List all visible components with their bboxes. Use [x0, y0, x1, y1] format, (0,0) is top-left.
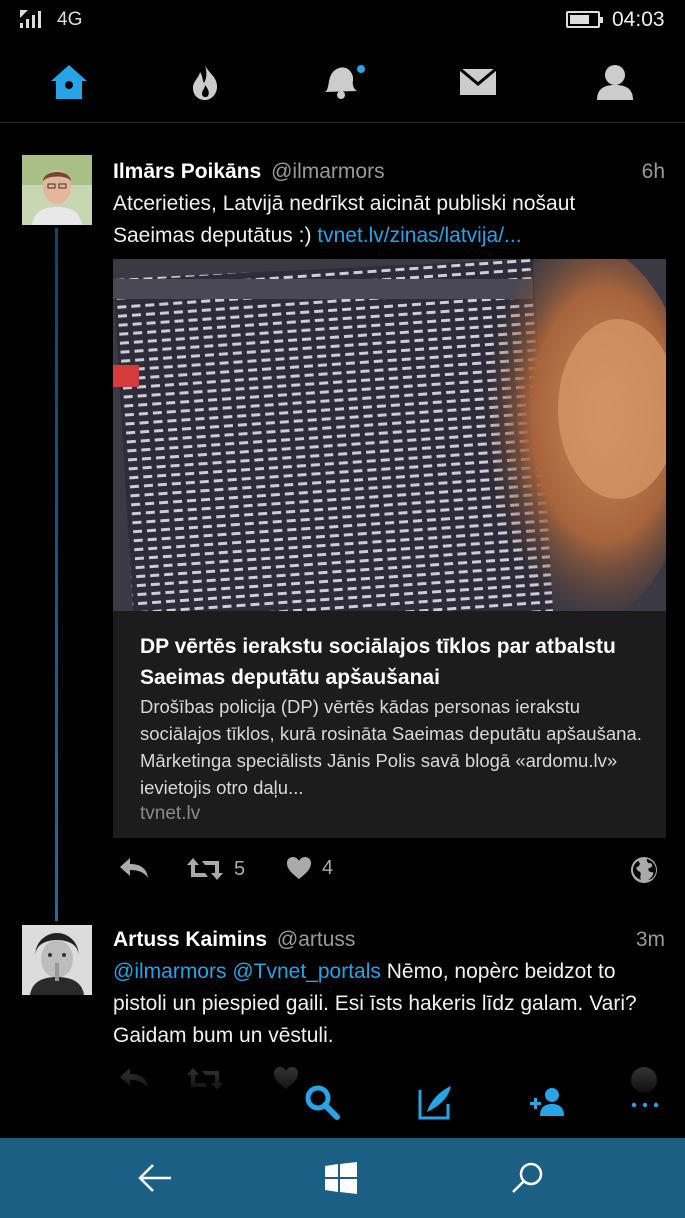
author-handle[interactable]: @ilmarmors	[271, 160, 384, 183]
back-button[interactable]	[120, 1148, 190, 1208]
heart-icon	[287, 857, 311, 879]
tweet-time: 6h	[641, 160, 665, 183]
tab-home[interactable]	[34, 52, 104, 112]
card-title: DP vērtēs ierakstu sociālajos tīklos par…	[140, 635, 616, 689]
card-domain: tvnet.lv	[140, 803, 201, 824]
retweet-icon	[187, 858, 223, 880]
author-handle[interactable]: @artuss	[277, 928, 356, 951]
tweet-header: Ilmārs Poikāns @ilmarmors	[113, 160, 385, 184]
tab-messages[interactable]	[443, 52, 513, 112]
status-bar: 4G 04:03	[0, 0, 685, 40]
reply-button[interactable]	[118, 856, 150, 880]
globe-icon	[631, 857, 657, 883]
avatar[interactable]	[22, 925, 92, 995]
retweet-count: 5	[234, 857, 246, 880]
profile-icon	[597, 65, 633, 100]
tab-notifications[interactable]	[306, 52, 376, 112]
retweet-button[interactable]: 5	[186, 856, 245, 882]
conversation-thread-line	[55, 228, 58, 921]
home-icon	[51, 65, 87, 99]
app-bar	[0, 1062, 685, 1138]
battery-icon	[566, 11, 603, 28]
like-button[interactable]: 4	[286, 856, 333, 880]
system-nav-bar	[0, 1138, 685, 1218]
mention-link[interactable]: @Tvnet_portals	[232, 960, 381, 983]
search-icon	[305, 1085, 340, 1120]
compose-icon	[418, 1086, 451, 1120]
tweet-link[interactable]: tvnet.lv/zinas/latvija/...	[317, 224, 521, 247]
mail-icon	[459, 68, 497, 95]
battery-level	[570, 15, 589, 24]
author-name[interactable]: Artuss Kaimins	[113, 928, 267, 951]
compose-button[interactable]	[406, 1074, 466, 1130]
author-name[interactable]: Ilmārs Poikāns	[113, 160, 261, 183]
tweet-text: @ilmarmors @Tvnet_portals Nēmo, nopèrc b…	[113, 956, 658, 1052]
add-user-icon	[530, 1088, 564, 1116]
card-description: Drošības policija (DP) vērtēs kādas pers…	[140, 696, 642, 798]
tab-me[interactable]	[580, 52, 650, 112]
more-icon	[631, 1102, 659, 1108]
tweet-time: 3m	[635, 928, 665, 951]
avatar[interactable]	[22, 155, 92, 225]
signal-icon	[20, 10, 41, 28]
nav-divider	[0, 122, 685, 123]
cortana-search-button[interactable]	[493, 1148, 563, 1208]
more-button[interactable]	[615, 1074, 675, 1130]
status-time: 04:03	[612, 8, 665, 31]
fire-icon	[193, 65, 218, 100]
search-button[interactable]	[292, 1074, 352, 1130]
tweet-text: Atcerieties, Latvijā nedrīkst aicināt pu…	[113, 188, 658, 252]
network-type: 4G	[57, 9, 83, 30]
top-nav	[0, 52, 685, 120]
search-icon	[512, 1162, 543, 1193]
reply-icon	[120, 858, 148, 878]
mention-link[interactable]: @ilmarmors	[113, 960, 226, 983]
tab-moments[interactable]	[170, 52, 240, 112]
link-card[interactable]: DP vērtēs ierakstu sociālajos tīklos par…	[113, 259, 666, 838]
tweet-actions: 5 4	[113, 856, 673, 896]
windows-icon	[325, 1162, 357, 1194]
add-user-button[interactable]	[518, 1074, 578, 1130]
card-image	[113, 259, 666, 611]
back-icon	[138, 1164, 171, 1192]
start-button[interactable]	[306, 1148, 376, 1208]
bell-icon	[325, 65, 365, 99]
tweet-header: Artuss Kaimins @artuss	[113, 928, 355, 952]
globe-button[interactable]	[630, 856, 658, 884]
like-count: 4	[322, 856, 334, 879]
